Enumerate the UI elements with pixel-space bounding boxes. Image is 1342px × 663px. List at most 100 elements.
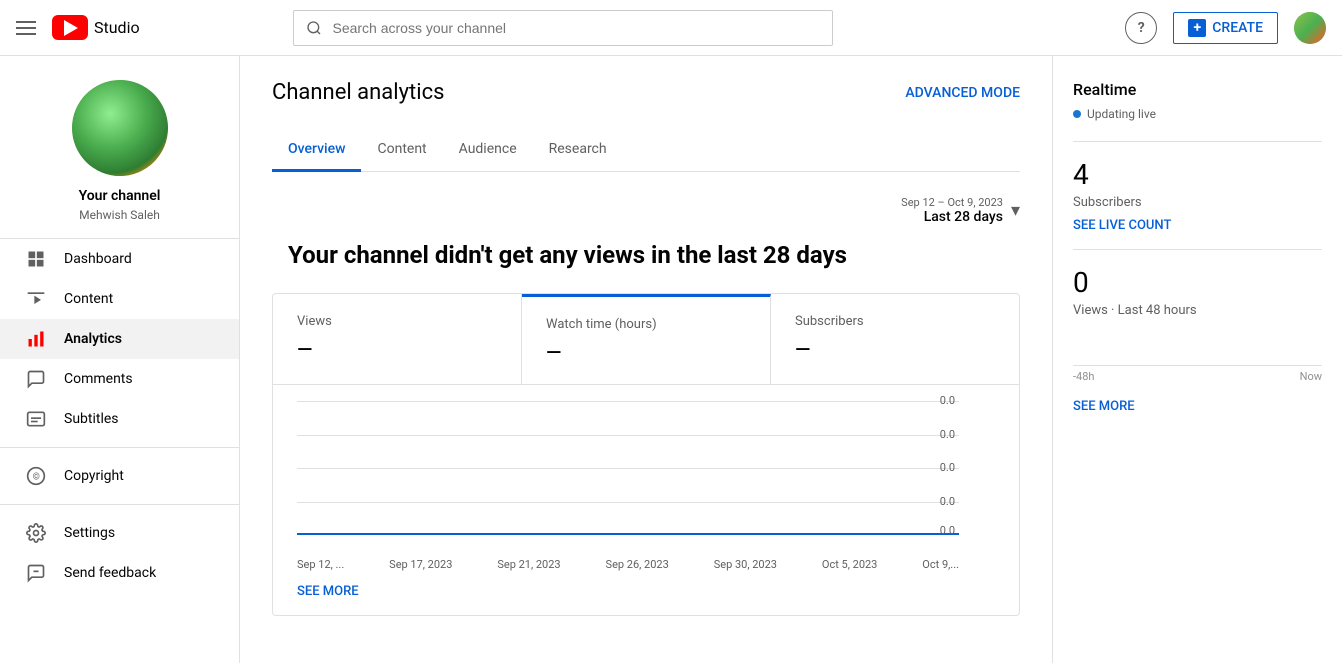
- header: Studio ? CREATE: [0, 0, 1342, 56]
- x-label-2: Sep 21, 2023: [497, 558, 560, 571]
- search-input[interactable]: [332, 20, 820, 36]
- views-value: —: [297, 337, 497, 361]
- y-label-bottom: 0.0: [297, 532, 959, 537]
- y-label-2: 0.0: [940, 428, 959, 441]
- sidebar-item-comments[interactable]: Comments: [0, 359, 239, 399]
- svg-text:©: ©: [33, 472, 40, 482]
- stat-box-subscribers[interactable]: Subscribers —: [771, 294, 1019, 384]
- x-label-1: Sep 17, 2023: [389, 558, 452, 571]
- sidebar-item-feedback[interactable]: Send feedback: [0, 553, 239, 593]
- see-live-button[interactable]: SEE LIVE COUNT: [1073, 218, 1322, 233]
- stats-row: Views — Watch time (hours) — Subscribers…: [273, 294, 1019, 385]
- page-header: Channel analytics ADVANCED MODE: [272, 80, 1020, 105]
- stat-box-watch-time[interactable]: Watch time (hours) —: [522, 294, 771, 384]
- sidebar-divider-1: [0, 447, 239, 448]
- tab-research[interactable]: Research: [533, 129, 623, 172]
- tabs-bar: Overview Content Audience Research: [272, 129, 1020, 172]
- analytics-icon: [24, 329, 48, 349]
- settings-icon: [24, 523, 48, 543]
- sidebar-nav: Dashboard Content Analytics Comments: [0, 239, 239, 593]
- mini-chart: [1073, 326, 1322, 366]
- date-range-text: Sep 12 – Oct 9, 2023 Last 28 days: [901, 196, 1003, 225]
- tab-content[interactable]: Content: [361, 129, 442, 172]
- sidebar-item-subtitles[interactable]: Subtitles: [0, 399, 239, 439]
- dashboard-label: Dashboard: [64, 251, 132, 267]
- stat-box-views[interactable]: Views —: [273, 294, 522, 384]
- grid-line-4: 0.0: [297, 502, 959, 508]
- date-range-picker[interactable]: Sep 12 – Oct 9, 2023 Last 28 days ▾: [901, 196, 1020, 225]
- create-icon: [1188, 19, 1206, 37]
- page-title: Channel analytics: [272, 80, 444, 105]
- studio-label: Studio: [94, 18, 140, 37]
- x-axis: Sep 12, ... Sep 17, 2023 Sep 21, 2023 Se…: [297, 558, 959, 571]
- settings-label: Settings: [64, 525, 115, 541]
- subscribers-count: 4: [1073, 158, 1322, 191]
- search-icon: [306, 20, 322, 36]
- search-bar[interactable]: [293, 10, 833, 46]
- right-panel: Realtime Updating live 4 Subscribers SEE…: [1052, 56, 1342, 663]
- copyright-label: Copyright: [64, 468, 124, 484]
- grid-line-1: 0.0: [297, 401, 959, 407]
- sidebar-divider-2: [0, 504, 239, 505]
- views-label: Views: [297, 314, 497, 329]
- sidebar-item-dashboard[interactable]: Dashboard: [0, 239, 239, 279]
- x-label-0: Sep 12, ...: [297, 558, 344, 571]
- logo[interactable]: Studio: [52, 15, 140, 40]
- youtube-play-icon: [64, 20, 78, 36]
- see-more-button[interactable]: SEE MORE: [273, 575, 1019, 615]
- avatar[interactable]: [1294, 12, 1326, 44]
- empty-message: Your channel didn't get any views in the…: [272, 241, 1020, 269]
- subscribers-stat-label: Subscribers: [1073, 195, 1322, 210]
- tab-overview[interactable]: Overview: [272, 129, 361, 172]
- y-label-3: 0.0: [940, 461, 959, 474]
- header-right: ? CREATE: [1125, 12, 1326, 44]
- content-label: Content: [64, 291, 113, 307]
- dashboard-icon: [24, 249, 48, 269]
- sidebar-item-settings[interactable]: Settings: [0, 513, 239, 553]
- analytics-label: Analytics: [64, 331, 122, 347]
- advanced-mode-button[interactable]: ADVANCED MODE: [905, 85, 1020, 101]
- chart-area: 0.0 0.0 0.0 0.0 0.0: [273, 385, 1019, 575]
- mini-chart-line: [1073, 365, 1322, 366]
- subscribers-value: —: [795, 337, 995, 361]
- panel-divider-2: [1073, 249, 1322, 250]
- grid-line-3: 0.0: [297, 468, 959, 474]
- header-left: Studio: [16, 15, 140, 40]
- live-text: Updating live: [1087, 107, 1156, 121]
- help-button[interactable]: ?: [1125, 12, 1157, 44]
- create-button[interactable]: CREATE: [1173, 12, 1278, 44]
- channel-avatar-image: [72, 80, 168, 176]
- channel-handle: Mehwish Saleh: [79, 208, 160, 222]
- grid-line-2: 0.0: [297, 435, 959, 441]
- time-start: -48h: [1073, 370, 1094, 383]
- views-count: 0: [1073, 266, 1322, 299]
- live-dot: [1073, 110, 1081, 118]
- see-more-label[interactable]: SEE MORE: [297, 584, 359, 599]
- comments-icon: [24, 369, 48, 389]
- date-main: Last 28 days: [901, 209, 1003, 225]
- youtube-icon: [52, 15, 88, 40]
- x-label-5: Oct 5, 2023: [822, 558, 877, 571]
- time-axis: -48h Now: [1073, 370, 1322, 383]
- chart-grid: 0.0 0.0 0.0 0.0 0.0: [297, 401, 959, 535]
- sidebar-item-content[interactable]: Content: [0, 279, 239, 319]
- channel-avatar[interactable]: [72, 80, 168, 176]
- tab-audience[interactable]: Audience: [443, 129, 533, 172]
- see-more-panel-button[interactable]: SEE MORE: [1073, 399, 1322, 414]
- comments-label: Comments: [64, 371, 133, 387]
- sidebar-item-copyright[interactable]: © Copyright: [0, 456, 239, 496]
- create-label: CREATE: [1212, 20, 1263, 36]
- channel-profile: Your channel Mehwish Saleh: [0, 56, 239, 239]
- main-layout: Your channel Mehwish Saleh Dashboard Con…: [0, 56, 1342, 663]
- sidebar: Your channel Mehwish Saleh Dashboard Con…: [0, 56, 240, 663]
- channel-name: Your channel: [79, 188, 161, 204]
- realtime-title: Realtime: [1073, 80, 1322, 99]
- copyright-icon: ©: [24, 466, 48, 486]
- hamburger-icon[interactable]: [16, 21, 36, 35]
- views-stat-label: Views · Last 48 hours: [1073, 303, 1322, 318]
- sidebar-item-analytics[interactable]: Analytics: [0, 319, 239, 359]
- chevron-down-icon: ▾: [1011, 200, 1020, 221]
- feedback-label: Send feedback: [64, 565, 156, 581]
- date-sub: Sep 12 – Oct 9, 2023: [901, 196, 1003, 209]
- date-range-section: Sep 12 – Oct 9, 2023 Last 28 days ▾: [272, 196, 1020, 225]
